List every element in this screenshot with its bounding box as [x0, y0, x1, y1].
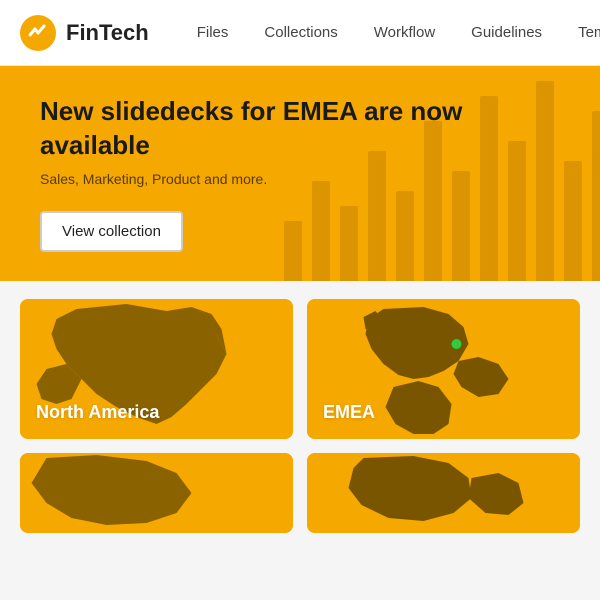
logo-text: FinTech: [66, 20, 149, 46]
emea-card[interactable]: EMEA: [307, 299, 580, 439]
nav-files[interactable]: Files: [179, 0, 247, 66]
nav-collections[interactable]: Collections: [246, 0, 355, 66]
bottom-right-map: [307, 453, 580, 533]
cards-section: North America EMEA: [0, 281, 600, 551]
north-america-label: North America: [36, 402, 159, 423]
emea-label: EMEA: [323, 402, 375, 423]
green-indicator: [452, 339, 462, 349]
main-nav: Files Collections Workflow Guidelines Te…: [179, 0, 600, 66]
hero-decoration: [284, 66, 600, 281]
cards-grid: North America EMEA: [20, 299, 580, 533]
logo-icon: [20, 15, 56, 51]
nav-workflow[interactable]: Workflow: [356, 0, 453, 66]
nav-guidelines[interactable]: Guidelines: [453, 0, 560, 66]
header: FinTech Files Collections Workflow Guide…: [0, 0, 600, 66]
view-collection-button[interactable]: View collection: [40, 211, 183, 252]
bottom-card-right[interactable]: [307, 453, 580, 533]
bottom-card-left[interactable]: [20, 453, 293, 533]
bottom-left-map: [20, 453, 293, 533]
north-america-card[interactable]: North America: [20, 299, 293, 439]
hero-banner: New slidedecks for EMEA are now availabl…: [0, 66, 600, 281]
nav-templates[interactable]: Tem...: [560, 0, 600, 66]
logo-area: FinTech: [20, 15, 149, 51]
